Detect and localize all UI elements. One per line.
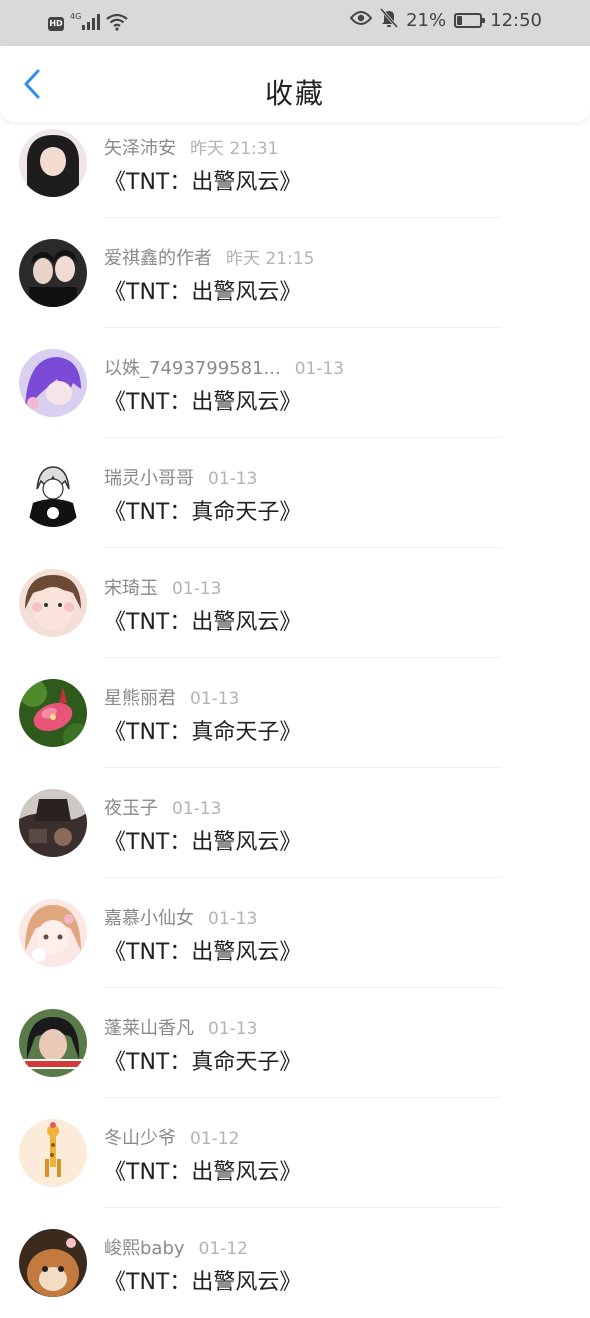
avatar [19,459,87,527]
item-meta: 嘉慕小仙女 01-13 [104,904,257,930]
item-meta: 峻熙baby 01-12 [104,1234,248,1260]
battery-percent: 21% [406,10,447,31]
battery-icon [454,13,486,28]
timestamp: 01-13 [208,469,258,489]
username: 蓬莱山香凡 [104,1018,194,1039]
avatar [19,899,87,967]
username: 夜玉子 [104,798,158,819]
timestamp: 昨天 21:31 [190,139,279,159]
list-item[interactable]: 瑞灵小哥哥 01-13 《TNT：真命天子》 [0,438,590,548]
status-bar: HD 4G 21% 12:50 [0,0,590,46]
item-meta: 星熊丽君 01-13 [104,684,239,710]
item-meta: 宋琦玉 01-13 [104,574,221,600]
eye-icon [349,10,373,31]
item-title: 《TNT：出警风云》 [104,1160,302,1185]
item-meta: 矢泽沛安 昨天 21:31 [104,134,278,160]
bell-muted-icon [379,8,399,33]
battery-tip [482,18,486,23]
list-item[interactable]: 矢泽沛安 昨天 21:31 《TNT：出警风云》 [0,108,590,218]
username: 以姝_7493799581... [104,358,281,379]
item-title: 《TNT：出警风云》 [104,940,302,965]
list-item[interactable]: 冬山少爷 01-12 《TNT：出警风云》 [0,1098,590,1208]
timestamp: 01-13 [172,799,222,819]
item-meta: 瑞灵小哥哥 01-13 [104,464,257,490]
username: 冬山少爷 [104,1128,176,1149]
list-item[interactable]: 蓬莱山香凡 01-13 《TNT：真命天子》 [0,988,590,1098]
list-item[interactable]: 以姝_7493799581... 01-13 《TNT：出警风云》 [0,328,590,438]
clock: 12:50 [490,10,542,31]
avatar [19,349,87,417]
username: 宋琦玉 [104,578,158,599]
item-meta: 夜玉子 01-13 [104,794,221,820]
timestamp: 01-13 [294,359,345,379]
battery-level-fill [457,16,463,25]
timestamp: 01-13 [190,689,240,709]
username: 峻熙baby [104,1238,185,1259]
item-meta: 蓬莱山香凡 01-13 [104,1014,257,1040]
username: 爱祺鑫的作者 [104,248,212,269]
item-title: 《TNT：真命天子》 [104,1050,302,1075]
avatar [19,1119,87,1187]
avatar [19,789,87,857]
item-title: 《TNT：出警风云》 [104,830,302,855]
hd-badge: HD [48,17,64,31]
page-title: 收藏 [264,77,325,110]
item-title: 《TNT：出警风云》 [104,610,302,635]
timestamp: 01-12 [198,1239,248,1259]
nav-bar: 收藏 [0,46,590,122]
list-item[interactable]: 嘉慕小仙女 01-13 《TNT：出警风云》 [0,878,590,988]
list-item[interactable]: 爱祺鑫的作者 昨天 21:15 《TNT：出警风云》 [0,218,590,328]
item-title: 《TNT：真命天子》 [104,500,302,525]
favorites-list: 矢泽沛安 昨天 21:31 《TNT：出警风云》 爱祺鑫的作者 昨天 21:15 《… [0,108,590,1318]
item-meta: 以姝_7493799581... 01-13 [104,354,344,380]
item-meta: 冬山少爷 01-12 [104,1124,239,1150]
timestamp: 昨天 21:15 [226,249,315,269]
item-title: 《TNT：出警风云》 [104,280,302,305]
item-title: 《TNT：出警风云》 [104,390,302,415]
list-item[interactable]: 峻熙baby 01-12 《TNT：出警风云》 [0,1208,590,1318]
item-title: 《TNT：出警风云》 [104,170,302,195]
item-title: 《TNT：出警风云》 [104,1270,302,1295]
timestamp: 01-13 [208,909,258,929]
avatar [19,1009,87,1077]
status-left: HD 4G [48,12,128,36]
username: 星熊丽君 [104,688,176,709]
avatar [19,239,87,307]
avatar [19,569,87,637]
avatar [19,1229,87,1297]
status-right: 21% 12:50 [349,8,542,33]
avatar [19,129,87,197]
list-item[interactable]: 星熊丽君 01-13 《TNT：真命天子》 [0,658,590,768]
list-item[interactable]: 宋琦玉 01-13 《TNT：出警风云》 [0,548,590,658]
network-type-label: 4G [70,12,81,21]
timestamp: 01-13 [172,579,222,599]
username: 瑞灵小哥哥 [104,468,194,489]
item-title: 《TNT：真命天子》 [104,720,302,745]
username: 嘉慕小仙女 [104,908,194,929]
timestamp: 01-12 [190,1129,240,1149]
username: 矢泽沛安 [104,138,176,159]
timestamp: 01-13 [208,1019,258,1039]
wifi-icon [106,13,128,35]
list-item[interactable]: 夜玉子 01-13 《TNT：出警风云》 [0,768,590,878]
avatar [19,679,87,747]
item-meta: 爱祺鑫的作者 昨天 21:15 [104,244,314,270]
signal-icon: 4G [70,12,100,36]
